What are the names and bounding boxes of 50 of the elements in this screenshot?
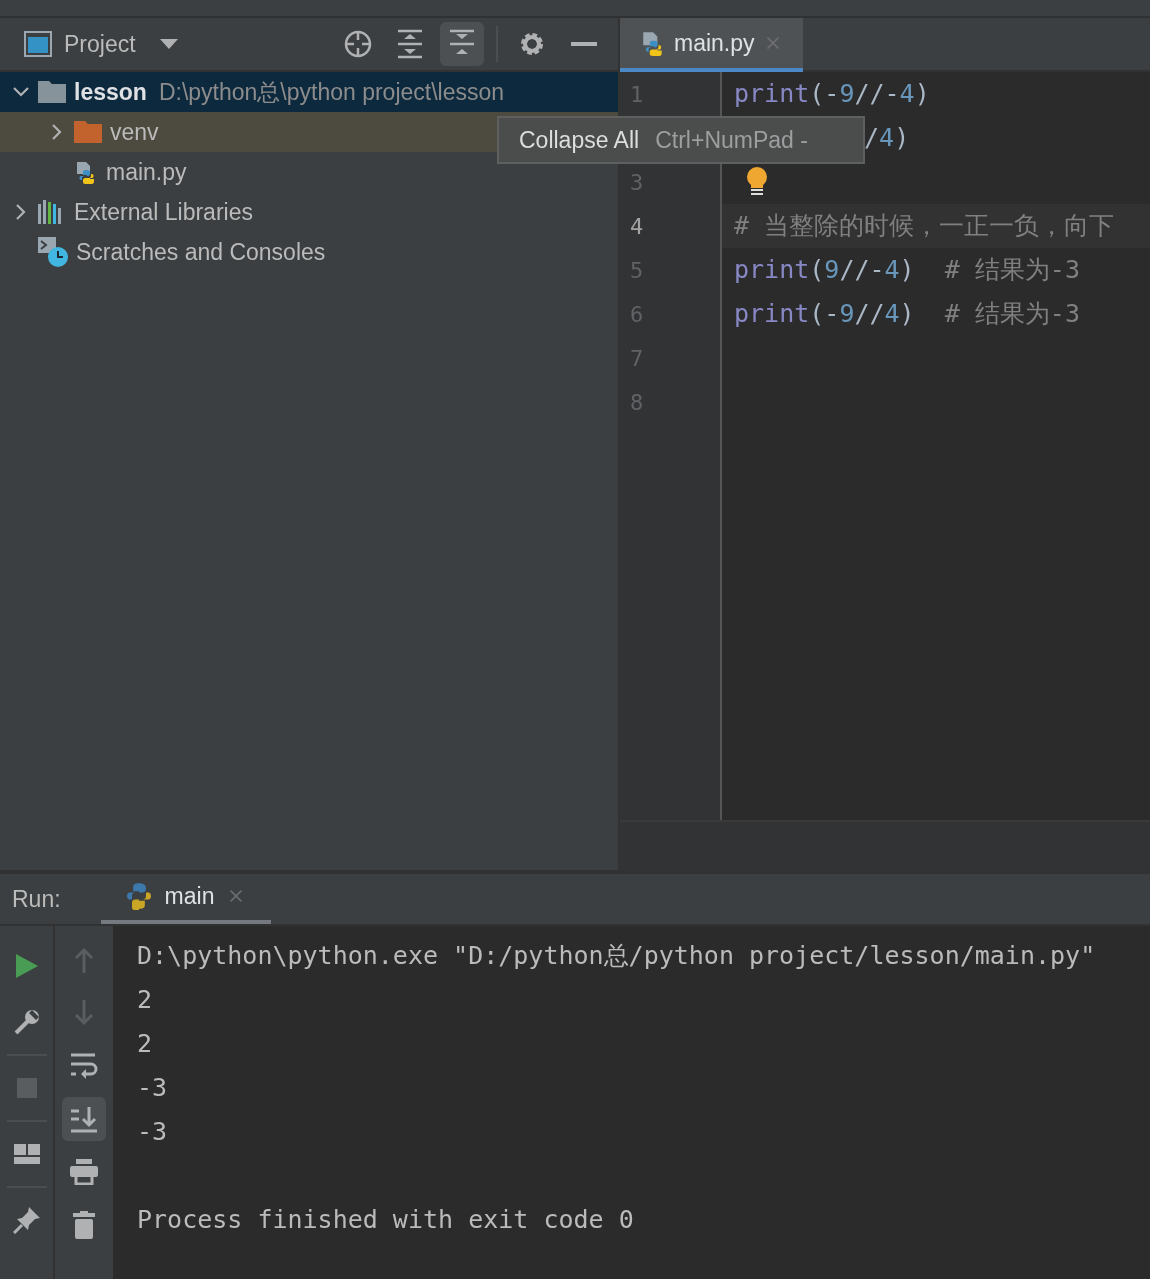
lightbulb-icon[interactable] bbox=[746, 167, 768, 197]
line-number: 4 bbox=[630, 212, 644, 241]
tree-item[interactable]: lesson D:\python总\python project\lesson bbox=[0, 72, 618, 112]
tree-item[interactable]: Scratches and Consoles bbox=[0, 232, 618, 272]
scroll-to-end-icon bbox=[70, 1105, 98, 1133]
path-hint: D:\python总\python project\lesson bbox=[158, 77, 505, 107]
console-status: Process finished with exit code 0 bbox=[137, 1204, 635, 1237]
up-arrow-icon bbox=[74, 947, 94, 973]
trash-icon bbox=[73, 1211, 95, 1239]
tree-item[interactable]: External Libraries bbox=[0, 192, 618, 232]
panel-title[interactable]: Project bbox=[64, 26, 136, 62]
printer-icon bbox=[70, 1159, 98, 1185]
pin-icon bbox=[12, 1206, 41, 1234]
code-line: print(-9//-4) bbox=[734, 78, 930, 111]
crosshair-icon bbox=[343, 29, 373, 59]
scratches-icon bbox=[38, 237, 68, 267]
console-line: 2 bbox=[137, 1028, 154, 1061]
tree-item[interactable]: main.py bbox=[0, 152, 618, 192]
run-icon bbox=[15, 954, 38, 978]
tooltip-shortcut: Ctrl+NumPad - bbox=[655, 125, 808, 155]
wrench-icon bbox=[12, 1008, 41, 1036]
editor-tab[interactable]: main.py bbox=[620, 18, 803, 72]
console-command: D:\python\python.exe "D:/python总/python project/lesson/main.py" bbox=[137, 940, 1097, 973]
stop-icon bbox=[16, 1078, 37, 1098]
settings-icon bbox=[518, 30, 546, 58]
code-line: # 当整除的时候，一正一负，向下 bbox=[734, 210, 1115, 243]
toolbar-button[interactable] bbox=[440, 22, 484, 66]
tree-item-label: External Libraries bbox=[74, 197, 253, 227]
code-line: print(-9//4) # 结果为-3 bbox=[734, 298, 1080, 331]
tree-item-label: main.py bbox=[106, 157, 187, 187]
folder-icon bbox=[38, 81, 66, 103]
python-logo-icon bbox=[124, 882, 153, 910]
folder-icon bbox=[74, 121, 102, 143]
project-window-icon bbox=[24, 31, 52, 57]
tree-item-label: Scratches and Consoles bbox=[76, 237, 326, 267]
console-line: -3 bbox=[137, 1116, 169, 1149]
minimize-icon bbox=[571, 42, 597, 46]
down-arrow-icon bbox=[74, 1000, 94, 1026]
code-line: /4) bbox=[864, 122, 910, 155]
tree-item-label: lesson bbox=[74, 77, 147, 107]
layout-icon bbox=[13, 1144, 40, 1164]
console-line: -3 bbox=[137, 1072, 169, 1105]
dropdown-caret-icon[interactable] bbox=[159, 39, 178, 49]
expand-all-icon bbox=[397, 29, 423, 59]
soft-wrap-icon bbox=[70, 1052, 98, 1080]
code-line: print(9//-4) # 结果为-3 bbox=[734, 254, 1080, 287]
console-line: 2 bbox=[137, 984, 154, 1017]
run-label: Run: bbox=[12, 884, 61, 914]
tree-item-label: venv bbox=[110, 117, 159, 147]
console-tool-button[interactable] bbox=[62, 1097, 106, 1141]
